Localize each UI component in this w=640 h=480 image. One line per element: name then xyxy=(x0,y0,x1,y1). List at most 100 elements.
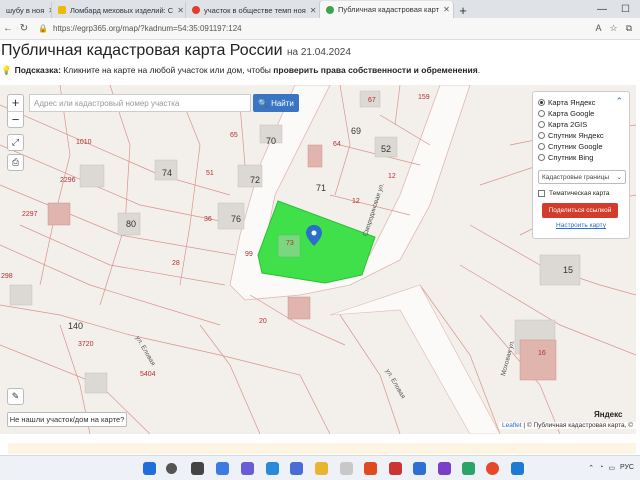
taskbar: ⌃ ◔ ▭ РУС xyxy=(0,455,640,480)
edge-icon[interactable] xyxy=(266,462,279,475)
chevron-down-icon: ⌄ xyxy=(616,174,622,181)
print-icon[interactable]: ⎙ xyxy=(7,154,24,171)
plot-number: 20 xyxy=(259,318,267,325)
start-icon[interactable] xyxy=(143,462,156,475)
hint-end: . xyxy=(477,65,481,75)
back-icon[interactable]: ← xyxy=(0,23,16,34)
widgets-icon[interactable] xyxy=(216,462,229,475)
radio-icon[interactable] xyxy=(538,143,545,150)
task-view-icon[interactable] xyxy=(191,462,204,475)
search-placeholder: Адрес или кадастровый номер участка xyxy=(34,98,180,108)
plot-number: 28 xyxy=(172,260,180,267)
hint-text: Кликните на карте на любой участок или д… xyxy=(60,65,274,75)
map-attribution: Leaflet | © Публичная кадастровая карта,… xyxy=(499,422,636,429)
url-field[interactable]: 🔒 https://egrp365.org/map/?kadnum=54:35:… xyxy=(38,21,589,37)
chrome-icon[interactable] xyxy=(486,462,499,475)
file-explorer-icon[interactable] xyxy=(315,462,328,475)
thematic-map-label: Тематическая карта xyxy=(549,190,610,197)
refresh-icon[interactable]: ↻ xyxy=(16,23,32,34)
tab-3-label: участок в обществе темп ноя xyxy=(204,5,306,15)
favorite-star-icon[interactable]: ☆ xyxy=(609,23,617,34)
app-icon[interactable] xyxy=(462,462,475,475)
radio-icon[interactable] xyxy=(538,99,545,106)
plot-number: 64 xyxy=(333,141,341,148)
zoom-control: + − xyxy=(7,94,24,128)
radio-icon[interactable] xyxy=(538,154,545,161)
plot-number: 67 xyxy=(368,97,376,104)
radio-icon[interactable] xyxy=(538,121,545,128)
tab-favicon-icon xyxy=(58,6,66,14)
address-bar: ← ↻ 🔒 https://egrp365.org/map/?kadnum=54… xyxy=(0,18,640,40)
system-tray: ⌃ ◔ ▭ РУС xyxy=(588,464,634,472)
office-icon[interactable] xyxy=(364,462,377,475)
layer-option-label: Карта Яндекс xyxy=(548,98,596,107)
thematic-map-checkbox[interactable] xyxy=(538,190,545,197)
chat-icon[interactable] xyxy=(241,462,254,475)
battery-icon[interactable]: ▭ xyxy=(608,464,615,472)
layer-option[interactable]: Карта 2GIS xyxy=(538,119,624,130)
radio-icon[interactable] xyxy=(538,132,545,139)
keyboard-language[interactable]: РУС xyxy=(620,464,634,472)
thematic-map-checkbox-row[interactable]: Тематическая карта xyxy=(538,190,624,197)
chevron-up-icon[interactable]: ⌃ xyxy=(588,464,594,472)
browser-tab-2[interactable]: Ломбард меховых изделий: С ✕ xyxy=(52,2,186,18)
close-icon[interactable]: ✕ xyxy=(306,6,317,15)
leaflet-link[interactable]: Leaflet xyxy=(502,422,522,429)
browser-tab-3[interactable]: участок в обществе темп ноя ✕ xyxy=(186,2,320,18)
hint-bold: проверить права собственности и обремене… xyxy=(273,65,478,75)
configure-map-link[interactable]: Настроить карту xyxy=(538,222,624,229)
plot-number: 72 xyxy=(250,175,261,185)
layer-option[interactable]: Карта Google xyxy=(538,108,624,119)
plot-number: 3720 xyxy=(78,341,94,348)
search-input[interactable]: Адрес или кадастровый номер участка xyxy=(29,94,251,112)
layer-option-label: Спутник Google xyxy=(548,142,603,151)
plot-number: 1010 xyxy=(76,139,92,146)
app-icon[interactable] xyxy=(413,462,426,475)
zoom-out-button[interactable]: − xyxy=(8,111,23,127)
chevron-up-icon[interactable]: ⌃ xyxy=(615,96,623,107)
plus-icon: + xyxy=(459,2,467,18)
app-icon[interactable] xyxy=(511,462,524,475)
radio-icon[interactable] xyxy=(538,110,545,117)
lightbulb-icon: 💡 xyxy=(1,65,12,75)
share-link-button[interactable]: Поделиться ссылкой xyxy=(542,203,618,218)
wifi-icon[interactable]: ◔ xyxy=(599,464,603,472)
ruler-icon[interactable]: ✎ xyxy=(7,388,24,405)
fullscreen-icon[interactable]: ⤢ xyxy=(7,134,24,151)
plot-number: 69 xyxy=(351,126,362,136)
layer-option[interactable]: Спутник Bing xyxy=(538,152,624,163)
boundaries-select[interactable]: Кадастровые границы ⌄ xyxy=(538,170,626,184)
maximize-icon[interactable]: ☐ xyxy=(621,4,630,15)
plot-number: 74 xyxy=(162,168,173,178)
read-aloud-icon[interactable]: A xyxy=(595,23,601,34)
browser-tab-4[interactable]: Публичная кадастровая карт ✕ xyxy=(320,1,454,18)
layers-panel: ⌃ Карта Яндекс Карта Google Карта 2GIS С… xyxy=(532,91,630,239)
zoom-in-button[interactable]: + xyxy=(8,95,23,111)
search-button[interactable]: 🔍 Найти xyxy=(253,94,299,112)
layer-option[interactable]: Карта Яндекс xyxy=(538,97,624,108)
browser-tab-1[interactable]: шубу в ноя ✕ xyxy=(0,2,52,18)
close-icon[interactable]: ✕ xyxy=(44,6,51,15)
layer-option[interactable]: Спутник Google xyxy=(538,141,624,152)
app-icon[interactable] xyxy=(340,462,353,475)
new-tab-button[interactable]: + xyxy=(454,2,472,18)
boundaries-select-value: Кадастровые границы xyxy=(542,173,610,181)
plot-number: 65 xyxy=(230,132,238,139)
close-icon[interactable]: ✕ xyxy=(173,6,184,15)
app-icon[interactable] xyxy=(438,462,451,475)
not-found-button[interactable]: Не нашли участок/дом на карте? xyxy=(7,412,127,427)
plot-number: 159 xyxy=(418,94,430,101)
layer-option[interactable]: Спутник Яндекс xyxy=(538,130,624,141)
app-icon[interactable] xyxy=(389,462,402,475)
app-icon[interactable] xyxy=(290,462,303,475)
plot-number: 52 xyxy=(381,144,392,154)
page-title-date: на 21.04.2024 xyxy=(287,47,351,58)
plot-number: 71 xyxy=(316,183,327,193)
plot-number: 70 xyxy=(266,136,277,146)
minimize-icon[interactable]: — xyxy=(597,4,607,15)
collections-icon[interactable]: ⧉ xyxy=(626,23,632,34)
search-button-label: Найти xyxy=(271,98,294,108)
search-icon[interactable] xyxy=(166,463,177,474)
tab-1-label: шубу в ноя xyxy=(6,5,45,15)
close-icon[interactable]: ✕ xyxy=(439,5,450,14)
